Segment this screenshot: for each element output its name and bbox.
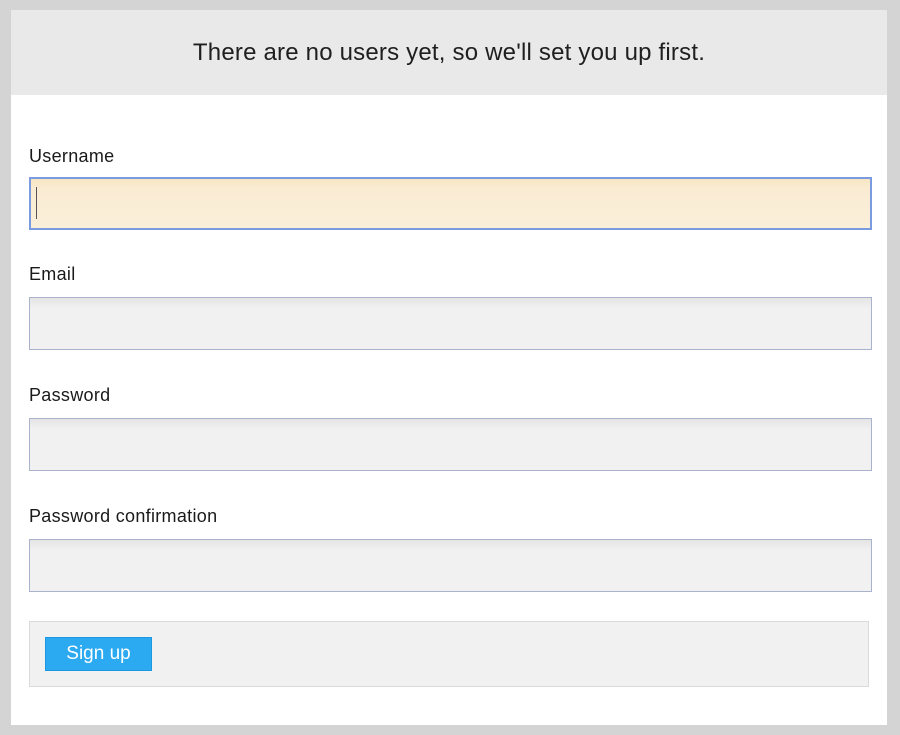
password-input[interactable]	[29, 418, 872, 471]
email-label: Email	[29, 264, 76, 284]
page-header: There are no users yet, so we'll set you…	[11, 10, 887, 95]
password-confirmation-field-group: Password confirmation	[29, 471, 872, 592]
signup-form: Username Email Password Password confirm…	[11, 95, 887, 687]
password-label: Password	[29, 385, 111, 405]
email-field-group: Email	[29, 230, 872, 350]
password-confirmation-label: Password confirmation	[29, 506, 218, 526]
signup-panel: There are no users yet, so we'll set you…	[11, 10, 887, 725]
username-input-wrapper	[29, 177, 872, 230]
form-actions: Sign up	[29, 621, 869, 687]
username-label: Username	[29, 146, 115, 166]
sign-up-button[interactable]: Sign up	[45, 637, 152, 671]
page-title: There are no users yet, so we'll set you…	[192, 38, 706, 66]
password-confirmation-input[interactable]	[29, 539, 872, 592]
password-field-group: Password	[29, 350, 872, 471]
email-input[interactable]	[29, 297, 872, 350]
username-input[interactable]	[29, 177, 872, 230]
text-caret	[36, 187, 37, 219]
username-field-group: Username	[29, 95, 872, 230]
